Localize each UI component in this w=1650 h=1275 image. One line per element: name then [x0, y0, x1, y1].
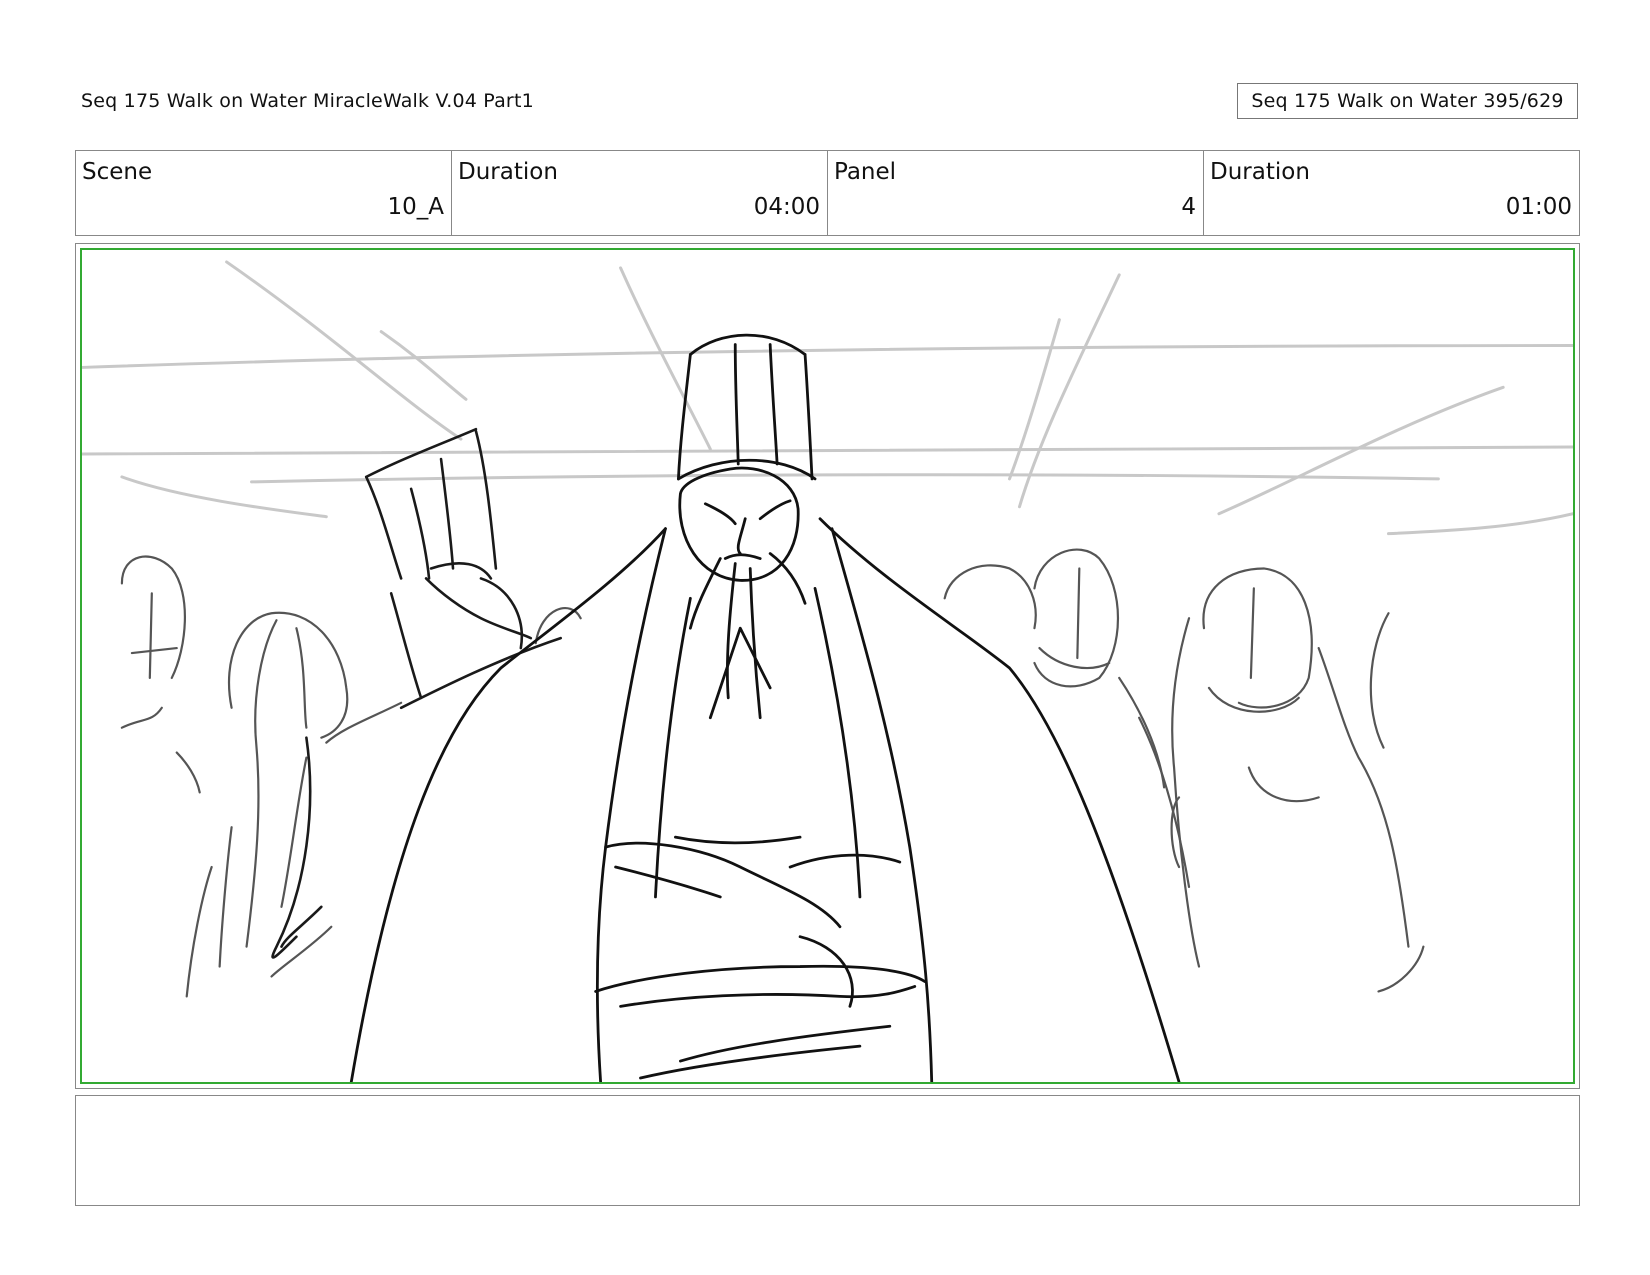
page-indicator: Seq 175 Walk on Water 395/629 — [1237, 83, 1578, 119]
panel-duration-label: Duration — [1210, 159, 1310, 185]
scene-duration-cell: Duration 04:00 — [452, 151, 828, 235]
scene-value: 10_A — [387, 194, 444, 220]
storyboard-panel-frame — [80, 248, 1575, 1084]
storyboard-sketch — [82, 260, 1573, 1082]
hat-figure-left — [271, 427, 563, 959]
panel-value: 4 — [1181, 194, 1196, 220]
panel-duration-cell: Duration 01:00 — [1204, 151, 1579, 235]
sequence-title: Seq 175 Walk on Water MiracleWalk V.04 P… — [81, 90, 534, 112]
panel-notes-box — [75, 1095, 1580, 1206]
scene-cell: Scene 10_A — [76, 151, 452, 235]
crowd-figures — [120, 548, 1425, 998]
panel-info-table: Scene 10_A Duration 04:00 Panel 4 Durati… — [75, 150, 1580, 236]
panel-duration-value: 01:00 — [1505, 194, 1572, 220]
background-ceiling-lines — [82, 260, 1573, 536]
scene-duration-value: 04:00 — [753, 194, 820, 220]
bearded-priest-figure — [349, 333, 1181, 1082]
panel-cell: Panel 4 — [828, 151, 1204, 235]
scene-label: Scene — [82, 159, 153, 185]
scene-duration-label: Duration — [458, 159, 558, 185]
panel-label: Panel — [834, 159, 897, 185]
